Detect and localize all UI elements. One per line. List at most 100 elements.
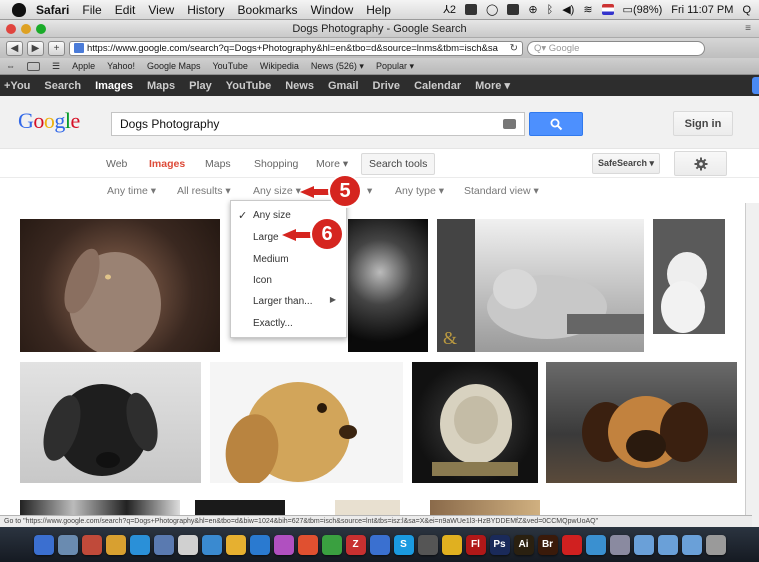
flash-icon[interactable]: Fl bbox=[465, 534, 486, 555]
menu-edit[interactable]: Edit bbox=[115, 3, 136, 17]
image-result-mastiff[interactable] bbox=[546, 362, 737, 483]
image-result-row3-2[interactable] bbox=[195, 500, 285, 515]
bookmark-google-maps[interactable]: Google Maps bbox=[147, 61, 201, 71]
firefox-icon[interactable] bbox=[297, 534, 318, 555]
google-logo[interactable]: Google bbox=[18, 108, 80, 134]
filter-all-results[interactable]: All results ▾ bbox=[177, 185, 231, 197]
settings-button[interactable] bbox=[674, 151, 727, 176]
spotlight-icon[interactable]: Q bbox=[742, 4, 751, 16]
gbar-play[interactable]: Play bbox=[189, 80, 212, 92]
media-icon[interactable] bbox=[273, 534, 294, 555]
applications-folder-icon[interactable] bbox=[657, 534, 678, 555]
size-option-icon[interactable]: Icon bbox=[253, 275, 272, 286]
filter-any-size[interactable]: Any size ▾ bbox=[253, 185, 301, 197]
app-store-icon[interactable] bbox=[201, 534, 222, 555]
back-button[interactable]: ◀ bbox=[6, 40, 23, 56]
notes-icon[interactable] bbox=[177, 534, 198, 555]
menu-bookmarks[interactable]: Bookmarks bbox=[238, 3, 298, 17]
photos-icon[interactable] bbox=[225, 534, 246, 555]
battery-icon[interactable]: ▭(98%) bbox=[623, 3, 663, 16]
search-input[interactable]: Dogs Photography bbox=[111, 112, 525, 136]
system-prefs-icon[interactable] bbox=[585, 534, 606, 555]
address-bar[interactable]: https://www.google.com/search?q=Dogs+Pho… bbox=[69, 40, 523, 56]
menu-window[interactable]: Window bbox=[311, 3, 354, 17]
filter-color-caret[interactable]: ▾ bbox=[367, 185, 372, 197]
size-option-large[interactable]: Large bbox=[253, 232, 279, 243]
gbar-maps[interactable]: Maps bbox=[147, 80, 175, 92]
contacts-icon[interactable] bbox=[105, 534, 126, 555]
chat-icon[interactable] bbox=[369, 534, 390, 555]
size-option-any[interactable]: Any size bbox=[253, 210, 291, 221]
volume-icon[interactable]: ◀) bbox=[562, 3, 574, 16]
fullscreen-icon[interactable]: ≡ bbox=[745, 23, 751, 34]
gbar-images[interactable]: Images bbox=[95, 80, 133, 92]
image-result-row3-4[interactable] bbox=[430, 500, 540, 515]
preview-icon[interactable] bbox=[417, 534, 438, 555]
sidebar-edge[interactable] bbox=[752, 77, 759, 94]
image-result-komondor[interactable] bbox=[412, 362, 538, 483]
clock[interactable]: Fri 11:07 PM bbox=[671, 4, 733, 16]
itunes-icon[interactable] bbox=[249, 534, 270, 555]
adobe-status-icon[interactable]: ⅄2 bbox=[443, 3, 456, 16]
wifi-icon[interactable]: ≋ bbox=[583, 3, 592, 16]
tab-maps[interactable]: Maps bbox=[205, 158, 231, 170]
bluetooth-icon[interactable]: ᛒ bbox=[547, 4, 554, 16]
photoshop-icon[interactable]: Ps bbox=[489, 534, 510, 555]
filter-any-time[interactable]: Any time ▾ bbox=[107, 185, 156, 197]
image-result-golden-puppy[interactable] bbox=[210, 362, 403, 483]
minimize-window-icon[interactable] bbox=[21, 24, 31, 34]
search-tools-button[interactable]: Search tools bbox=[361, 153, 436, 175]
illustrator-icon[interactable]: Ai bbox=[513, 534, 534, 555]
bookmark-yahoo[interactable]: Yahoo! bbox=[107, 61, 135, 71]
gbar-youtube[interactable]: YouTube bbox=[226, 80, 271, 92]
input-flag-icon[interactable] bbox=[601, 4, 614, 15]
timemachine-icon[interactable]: ◯ bbox=[486, 3, 498, 16]
mail-icon[interactable] bbox=[153, 534, 174, 555]
safari-icon[interactable] bbox=[129, 534, 150, 555]
tab-web[interactable]: Web bbox=[106, 158, 127, 170]
menu-safari[interactable]: Safari bbox=[36, 3, 69, 17]
screen-sharing-icon[interactable] bbox=[609, 534, 630, 555]
gbar-drive[interactable]: Drive bbox=[373, 80, 401, 92]
tab-images[interactable]: Images bbox=[149, 158, 185, 170]
size-option-exactly[interactable]: Exactly... bbox=[253, 318, 293, 329]
gbar-more[interactable]: More ▾ bbox=[475, 79, 510, 92]
menu-file[interactable]: File bbox=[82, 3, 101, 17]
filter-standard-view[interactable]: Standard view ▾ bbox=[464, 185, 539, 197]
gbar-calendar[interactable]: Calendar bbox=[414, 80, 461, 92]
image-result-row3-3[interactable] bbox=[335, 500, 400, 515]
bookmark-youtube[interactable]: YouTube bbox=[213, 61, 248, 71]
menu-view[interactable]: View bbox=[148, 3, 174, 17]
filezilla-icon[interactable]: Z bbox=[345, 534, 366, 555]
bookmark-popular[interactable]: Popular ▾ bbox=[376, 61, 414, 72]
gbar-news[interactable]: News bbox=[285, 80, 314, 92]
show-bookmarks-icon[interactable] bbox=[27, 61, 40, 71]
reading-list-icon[interactable]: ⇔ bbox=[6, 61, 15, 71]
app-status-icon[interactable] bbox=[465, 4, 478, 15]
downloads-folder-icon[interactable] bbox=[681, 534, 702, 555]
forward-button[interactable]: ▶ bbox=[27, 40, 44, 56]
messages-icon[interactable] bbox=[321, 534, 342, 555]
finder-icon[interactable] bbox=[33, 534, 54, 555]
menu-history[interactable]: History bbox=[187, 3, 224, 17]
size-option-larger-than[interactable]: Larger than... bbox=[253, 296, 312, 307]
image-result-labrador-bed[interactable]: & bbox=[437, 219, 644, 352]
image-result-dark-dog[interactable] bbox=[348, 219, 428, 352]
calendar-icon[interactable] bbox=[81, 534, 102, 555]
safesearch-button[interactable]: SafeSearch ▾ bbox=[592, 153, 660, 174]
size-option-medium[interactable]: Medium bbox=[253, 254, 289, 265]
tab-shopping[interactable]: Shopping bbox=[254, 158, 298, 170]
reload-icon[interactable]: ↻ bbox=[510, 43, 518, 54]
skype-icon[interactable]: S bbox=[393, 534, 414, 555]
stickies-icon[interactable] bbox=[441, 534, 462, 555]
apple-menu-icon[interactable] bbox=[12, 2, 26, 17]
sign-in-button[interactable]: Sign in bbox=[673, 111, 733, 136]
camera-icon[interactable] bbox=[503, 119, 516, 129]
documents-folder-icon[interactable] bbox=[633, 534, 654, 555]
image-result-black-lab[interactable] bbox=[20, 362, 201, 483]
trash-icon[interactable] bbox=[705, 534, 726, 555]
bookmark-news[interactable]: News (526) ▾ bbox=[311, 61, 364, 72]
dashboard-icon[interactable] bbox=[57, 534, 78, 555]
add-bookmark-button[interactable]: + bbox=[48, 40, 65, 56]
gbar-gmail[interactable]: Gmail bbox=[328, 80, 359, 92]
